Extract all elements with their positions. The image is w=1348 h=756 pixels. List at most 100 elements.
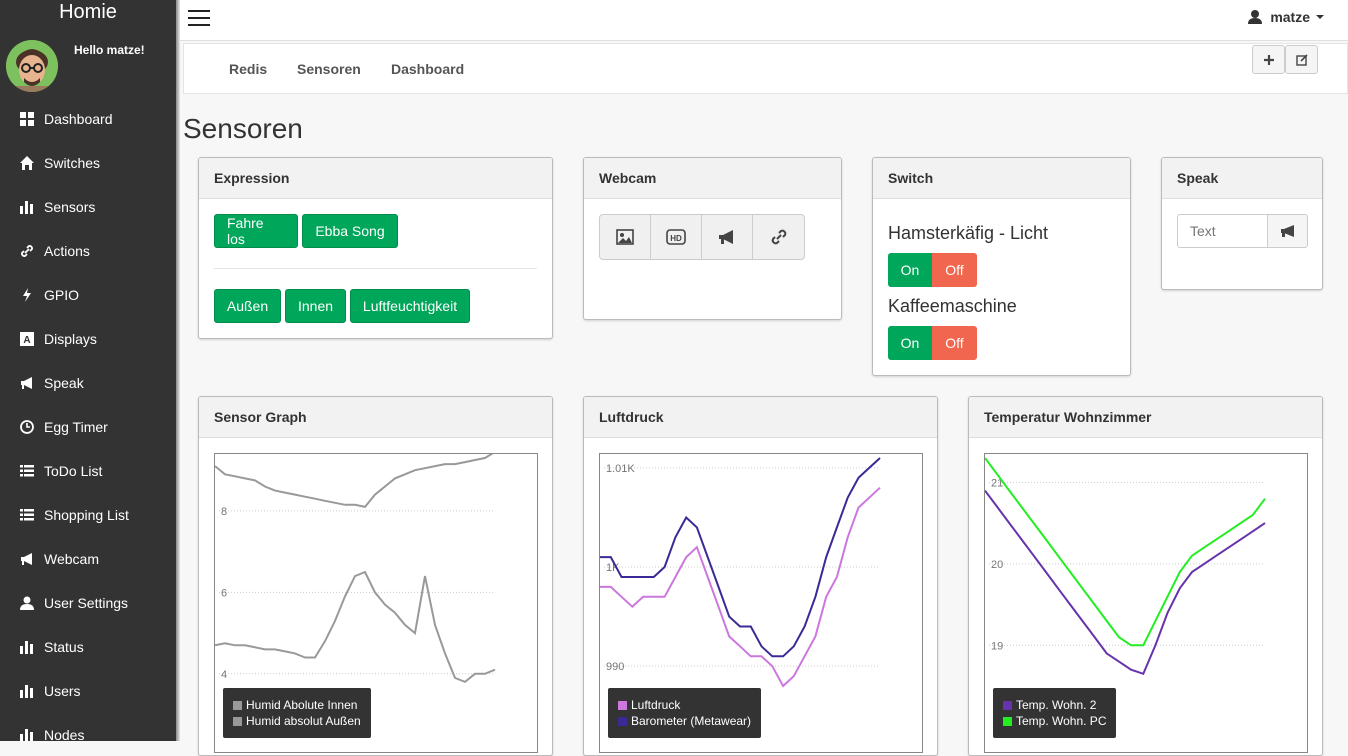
sidebar-item-switches[interactable]: Switches bbox=[0, 141, 176, 185]
y-tick-label: 6 bbox=[221, 587, 227, 599]
sidebar-item-label: Actions bbox=[44, 243, 90, 259]
sidebar-item-label: Webcam bbox=[44, 551, 99, 567]
series-line-2 bbox=[600, 457, 881, 658]
temperatur-chart: 21 20 19 Temp. Wohn. 2 Temp. Wohn. PC bbox=[984, 453, 1308, 753]
dashboard-icon bbox=[20, 112, 34, 126]
panel-title: Sensor Graph bbox=[199, 397, 552, 438]
sidebar-item-todo-list[interactable]: ToDo List bbox=[0, 449, 176, 493]
switch-panel: Switch Hamsterkäfig - Licht On Off Kaffe… bbox=[872, 157, 1131, 376]
legend-swatch bbox=[1003, 700, 1012, 710]
tab-sensoren[interactable]: Sensoren bbox=[297, 61, 361, 77]
add-button[interactable] bbox=[1252, 45, 1285, 74]
font-icon: A bbox=[20, 332, 34, 346]
user-icon bbox=[20, 596, 34, 610]
sidebar-item-gpio[interactable]: GPIO bbox=[0, 273, 176, 317]
webcam-picture-button[interactable] bbox=[600, 215, 651, 259]
legend-label: Barometer (Metawear) bbox=[631, 714, 752, 728]
sidebar-nav: Dashboard Switches Sensors Actions GPIO A Disp… bbox=[0, 97, 176, 741]
legend-swatch bbox=[1003, 716, 1012, 726]
plus-icon bbox=[1263, 54, 1274, 65]
switch-off-button[interactable]: Off bbox=[932, 253, 977, 287]
bar-chart-icon bbox=[20, 728, 34, 741]
home-icon bbox=[20, 156, 34, 170]
expression-button[interactable]: Luftfeuchtigkeit bbox=[350, 289, 470, 323]
sidebar-item-egg-timer[interactable]: Egg Timer bbox=[0, 405, 176, 449]
panel-title: Switch bbox=[873, 158, 1130, 199]
svg-text:HD: HD bbox=[670, 234, 682, 243]
sidebar-item-label: Speak bbox=[44, 375, 84, 391]
expression-panel: Expression Fahre los Ebba Song Außen Inn… bbox=[198, 157, 553, 339]
sidebar-item-webcam[interactable]: Webcam bbox=[0, 537, 176, 581]
sidebar-item-dashboard[interactable]: Dashboard bbox=[0, 97, 176, 141]
series-line-1 bbox=[600, 486, 881, 688]
y-tick-label: 1.01K bbox=[606, 463, 635, 475]
speak-text-input[interactable] bbox=[1177, 214, 1268, 248]
sensor-chart: 8 6 4 Humid Abolute Innen Humid absolut Au… bbox=[214, 451, 538, 753]
menu-toggle-icon[interactable] bbox=[188, 10, 210, 26]
divider bbox=[214, 268, 537, 269]
edit-button[interactable] bbox=[1285, 45, 1318, 74]
sidebar-item-label: Status bbox=[44, 639, 84, 655]
avatar bbox=[6, 40, 58, 92]
webcam-button-group: HD bbox=[599, 214, 805, 260]
expression-button[interactable]: Außen bbox=[214, 289, 281, 323]
tab-dashboard[interactable]: Dashboard bbox=[391, 61, 464, 77]
switch-off-button[interactable]: Off bbox=[932, 326, 977, 360]
sidebar-item-label: Nodes bbox=[44, 727, 85, 741]
edit-icon bbox=[1295, 53, 1308, 66]
switch-label: Kaffeemaschine bbox=[888, 296, 1017, 316]
bullhorn-icon bbox=[719, 230, 733, 244]
expression-button[interactable]: Ebba Song bbox=[302, 214, 398, 248]
sidebar-item-actions[interactable]: Actions bbox=[0, 229, 176, 273]
user-icon bbox=[1248, 10, 1263, 24]
series-line-1 bbox=[984, 490, 1266, 676]
brand-title[interactable]: Homie bbox=[0, 0, 176, 24]
bar-chart-icon bbox=[20, 640, 34, 654]
expression-button[interactable]: Fahre los bbox=[214, 214, 298, 248]
sidebar-item-sensors[interactable]: Sensors bbox=[0, 185, 176, 229]
panel-title: Webcam bbox=[584, 158, 841, 199]
bullhorn-icon bbox=[1280, 225, 1294, 237]
page-title: Sensoren bbox=[183, 113, 303, 144]
y-tick-label: 20 bbox=[991, 559, 1003, 571]
chart-legend: Luftdruck Barometer (Metawear) bbox=[608, 688, 762, 738]
bullhorn-icon bbox=[20, 376, 34, 390]
sidebar-item-displays[interactable]: A Displays bbox=[0, 317, 176, 361]
series-line-2 bbox=[214, 570, 496, 684]
luftdruck-chart: 1.01K 1K 990 Luftdruck Barometer (Metawear… bbox=[599, 453, 923, 753]
panel-title: Luftdruck bbox=[584, 397, 937, 438]
sidebar-item-label: Switches bbox=[44, 155, 101, 171]
webcam-link-button[interactable] bbox=[753, 215, 804, 259]
bar-chart-icon bbox=[20, 200, 34, 214]
switch-on-button[interactable]: On bbox=[888, 326, 932, 360]
link-icon bbox=[20, 244, 34, 258]
legend-swatch bbox=[618, 700, 627, 710]
topbar: matze bbox=[180, 0, 1348, 41]
sidebar-item-users[interactable]: Users bbox=[0, 669, 176, 713]
panel-title: Speak bbox=[1162, 158, 1322, 199]
svg-text:A: A bbox=[23, 335, 30, 346]
sidebar-item-nodes[interactable]: Nodes bbox=[0, 713, 176, 741]
sidebar-item-label: Egg Timer bbox=[44, 419, 108, 435]
sidebar-item-speak[interactable]: Speak bbox=[0, 361, 176, 405]
series-line-1 bbox=[214, 451, 496, 509]
tab-redis[interactable]: Redis bbox=[229, 61, 267, 77]
switch-on-button[interactable]: On bbox=[888, 253, 932, 287]
panel-title: Expression bbox=[199, 158, 552, 199]
legend-label: Temp. Wohn. PC bbox=[1016, 714, 1107, 728]
user-name: matze bbox=[1270, 9, 1310, 25]
legend-label: Humid absolut Außen bbox=[246, 714, 361, 728]
sidebar-item-user-settings[interactable]: User Settings bbox=[0, 581, 176, 625]
sensor-graph-panel: Sensor Graph 8 6 4 Humid Abolute Innen Hum… bbox=[198, 396, 553, 756]
panel-title: Temperatur Wohnzimmer bbox=[969, 397, 1322, 438]
user-menu[interactable]: matze bbox=[1247, 9, 1324, 25]
sidebar-item-shopping-list[interactable]: Shopping List bbox=[0, 493, 176, 537]
luftdruck-panel: Luftdruck 1.01K 1K 990 Luftdruck Barometer… bbox=[583, 396, 938, 756]
expression-button[interactable]: Innen bbox=[285, 289, 346, 323]
sidebar-item-status[interactable]: Status bbox=[0, 625, 176, 669]
speak-button[interactable] bbox=[1268, 214, 1308, 248]
legend-swatch bbox=[233, 716, 242, 726]
webcam-speak-button[interactable] bbox=[702, 215, 753, 259]
legend-label: Humid Abolute Innen bbox=[246, 698, 358, 712]
webcam-hd-button[interactable]: HD bbox=[651, 215, 702, 259]
